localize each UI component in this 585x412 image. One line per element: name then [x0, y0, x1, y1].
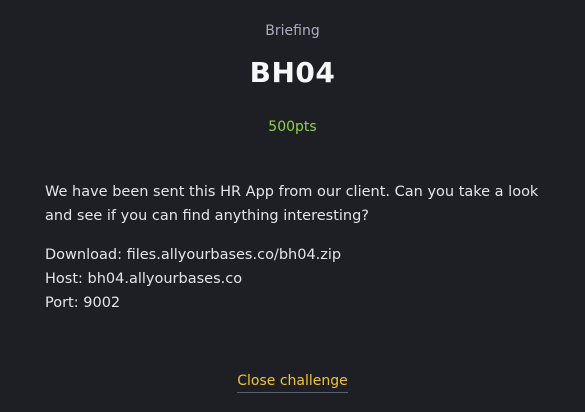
challenge-briefing-panel: Briefing BH04 500pts We have been sent t…	[0, 0, 585, 412]
port-line: Port: 9002	[45, 295, 121, 311]
challenge-description: We have been sent this HR App from our c…	[45, 184, 539, 224]
host-line: Host: bh04.allyourbases.co	[45, 271, 243, 287]
close-challenge-link[interactable]: Close challenge	[237, 373, 348, 393]
close-challenge-container: Close challenge	[0, 370, 585, 393]
download-line: Download: files.allyourbases.co/bh04.zip	[45, 247, 342, 263]
challenge-details: Download: files.allyourbases.co/bh04.zip…	[45, 243, 550, 315]
challenge-title: BH04	[249, 56, 336, 89]
points-value: 500pts	[268, 119, 317, 135]
briefing-label: Briefing	[265, 23, 320, 39]
